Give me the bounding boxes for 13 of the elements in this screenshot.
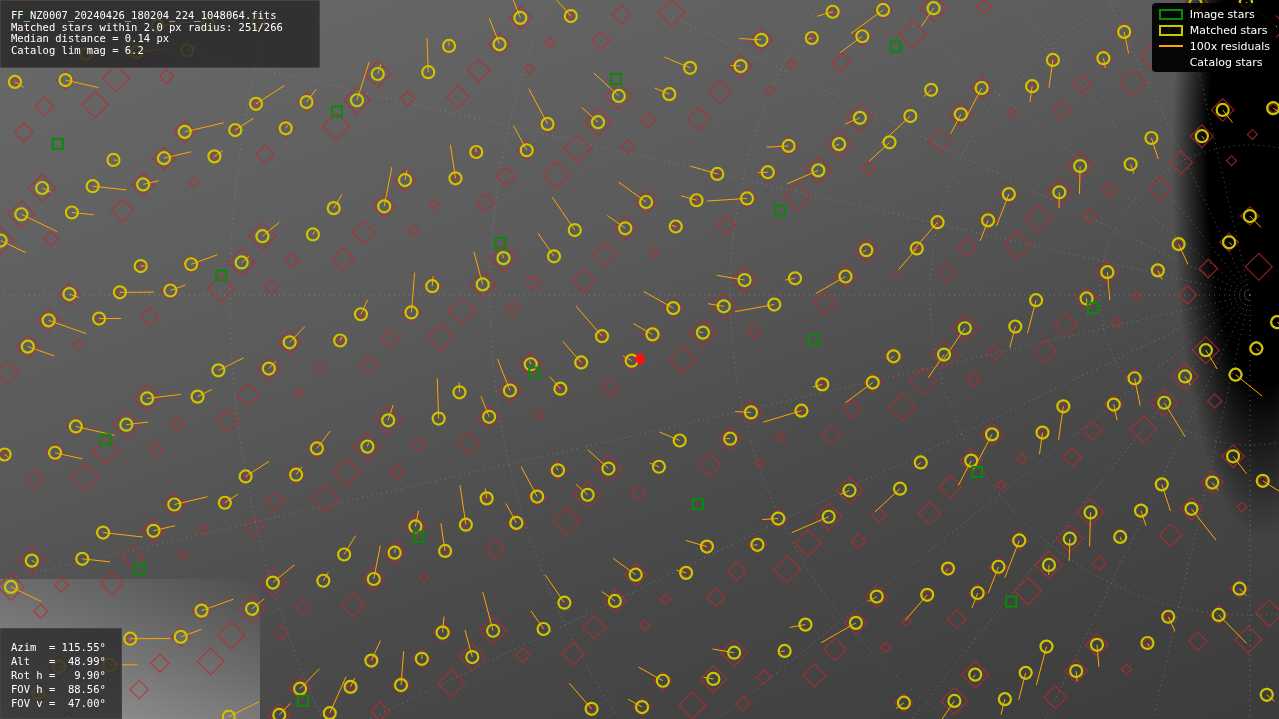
pointing-text: Rot h = 9.90°: [11, 668, 107, 682]
info-text: FF_NZ0007_20240426_180204_224_1048064.fits: [11, 10, 278, 22]
pointing-text: FOV v = 47.00°: [11, 696, 107, 710]
legend-label: 100x residuals: [1189, 39, 1270, 53]
legend-label: Matched stars: [1189, 23, 1268, 37]
pointing-text: FOV h = 88.56°: [11, 682, 107, 696]
legend-label: Image stars: [1189, 7, 1255, 21]
info-text: Catalog lim mag = 6.2: [11, 44, 145, 56]
legend-label: Catalog stars: [1189, 55, 1263, 69]
pointing-text: Alt = 48.99°: [11, 654, 107, 668]
info-text: Matched stars within 2.0 px radius: 251/266: [11, 21, 284, 33]
info-text: Median distance = 0.14 px: [11, 33, 170, 45]
pointing-text: Azim = 115.55°: [11, 640, 107, 654]
